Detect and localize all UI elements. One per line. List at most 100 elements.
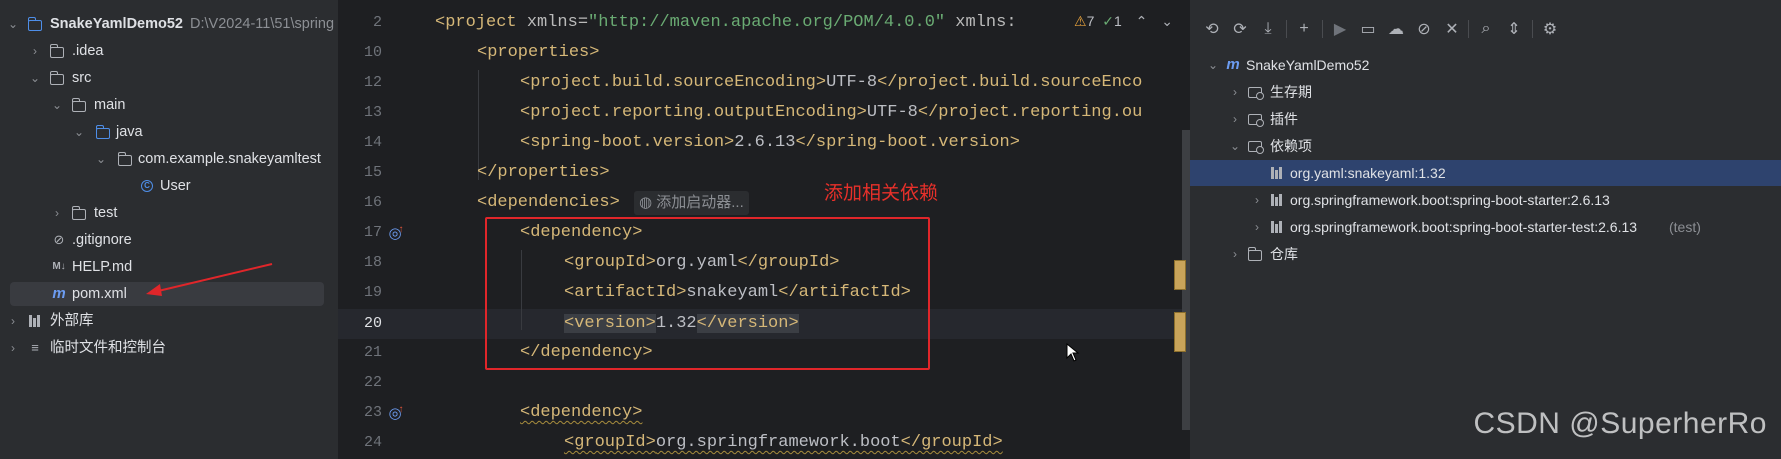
code-line: <project.reporting.outputEncoding>UTF-8<… — [520, 103, 1143, 122]
change-marker[interactable] — [1174, 312, 1186, 352]
toolbar-separator — [1286, 20, 1287, 38]
dependencies-folder-icon — [1246, 133, 1264, 159]
library-icon — [1268, 214, 1286, 240]
plugins-folder-icon — [1246, 106, 1264, 132]
folder-icon — [48, 38, 66, 64]
tree-item-gitignore[interactable]: ⊘ .gitignore — [0, 227, 338, 253]
class-icon: C — [138, 173, 156, 199]
repositories-folder-icon — [1246, 241, 1264, 267]
code-line: <dependencies> — [477, 193, 620, 212]
scratches-icon: ≡ — [31, 340, 39, 355]
mouse-cursor — [1066, 343, 1080, 362]
starter-icon: ◍ — [639, 194, 657, 211]
red-arrow-annotation — [146, 263, 273, 296]
root-label: SnakeYamlDemo52 — [50, 16, 183, 32]
run-icon[interactable]: ▶ — [1328, 14, 1352, 44]
add-icon[interactable]: + — [1292, 14, 1316, 44]
download-icon[interactable]: ⤓ — [1256, 14, 1280, 44]
tree-item-src[interactable]: ⌄ src — [0, 65, 338, 91]
maven-item-plugins[interactable]: › 插件 — [1190, 106, 1781, 132]
code-line: <groupId>org.springframework.boot</group… — [564, 433, 1003, 452]
project-tool-window: ⌄ SnakeYamlDemo52 D:\V2024-11\51\spring … — [0, 0, 338, 459]
chevron-right-icon[interactable]: › — [1228, 241, 1242, 267]
watermark: CSDN @SuperherRo — [1473, 407, 1767, 440]
toolbar-separator — [1468, 20, 1469, 38]
dependency-gutter-icon[interactable]: ◎ ↑ — [386, 403, 406, 423]
maven-item-dependencies[interactable]: ⌄ 依赖项 — [1190, 133, 1781, 159]
chevron-right-icon[interactable]: › — [28, 38, 42, 64]
editor-pom-xml[interactable]: 2 10 12 13 14 15 16 17 18 19 20 21 22 23… — [338, 0, 1190, 459]
chevron-down-icon[interactable]: ⌄ — [6, 11, 20, 37]
code-line: <project.build.sourceEncoding>UTF-8</pro… — [520, 73, 1143, 92]
collapse-icon[interactable]: ✕ — [1440, 14, 1464, 44]
add-starter-hint[interactable]: ◍ 添加启动器... — [634, 191, 749, 215]
tree-item-external-libraries[interactable]: › 外部库 — [0, 308, 338, 334]
skip-tests-icon[interactable]: ⊘ — [1412, 14, 1436, 44]
maven-dep-spring-boot-starter-test[interactable]: › org.springframework.boot:spring-boot-s… — [1190, 214, 1781, 240]
toolbar-separator — [1322, 20, 1323, 38]
annotation-text: 添加相关依赖 — [824, 183, 939, 204]
library-icon — [1268, 187, 1286, 213]
chevron-right-icon[interactable]: › — [1228, 79, 1242, 105]
tree-item-test[interactable]: › test — [0, 200, 338, 226]
chevron-down-icon[interactable]: ⌄ — [94, 146, 108, 172]
maven-item-repositories[interactable]: › 仓库 — [1190, 241, 1781, 267]
chevron-right-icon[interactable]: › — [6, 335, 20, 361]
package-icon — [116, 146, 134, 172]
chevron-right-icon[interactable]: › — [50, 200, 64, 226]
tree-item-main[interactable]: ⌄ main — [0, 92, 338, 118]
chevron-down-icon[interactable]: ⌄ — [50, 92, 64, 118]
inspection-widget[interactable]: ⚠7 ✓1 ⌃ ⌄ — [1074, 13, 1173, 30]
code-line: <project xmlns="http://maven.apache.org/… — [435, 13, 1017, 32]
source-folder-icon — [94, 119, 112, 145]
chevron-down-icon[interactable]: ⌄ — [1228, 133, 1242, 159]
code-line: <properties> — [477, 43, 600, 62]
tree-item-idea[interactable]: › .idea — [0, 38, 338, 64]
next-highlight-icon[interactable]: ⌄ — [1161, 13, 1173, 29]
tree-item-scratches[interactable]: › ≡ 临时文件和控制台 — [0, 335, 338, 361]
tree-item-package[interactable]: ⌄ com.example.snakeyamltest — [0, 146, 338, 172]
maven-item-lifecycle[interactable]: › 生存期 — [1190, 79, 1781, 105]
tree-item-user[interactable]: C User — [0, 173, 338, 199]
weak-warning-icon: ✓ — [1102, 13, 1114, 29]
maven-dep-spring-boot-starter[interactable]: › org.springframework.boot:spring-boot-s… — [1190, 187, 1781, 213]
gear-icon[interactable]: ⚙ — [1538, 14, 1562, 44]
maven-tool-window: ⟲ ⟳ ⤓ + ▶ ▭ ☁ ⊘ ✕ ⌕ ⇕ ⚙ ⌄ m SnakeYamlDem… — [1190, 0, 1781, 459]
analyze-icon[interactable]: ⌕ — [1474, 14, 1498, 44]
chevron-right-icon[interactable]: › — [6, 308, 20, 334]
editor-gutter: 2 10 12 13 14 15 16 17 18 19 20 21 22 23… — [338, 0, 424, 459]
chevron-right-icon[interactable]: › — [1250, 187, 1264, 213]
execute-goal-icon[interactable]: ▭ — [1356, 14, 1380, 44]
maven-root[interactable]: ⌄ m SnakeYamlDemo52 — [1190, 52, 1781, 78]
chevron-down-icon[interactable]: ⌄ — [28, 65, 42, 91]
chevron-right-icon[interactable]: › — [1250, 214, 1264, 240]
chevron-right-icon[interactable]: › — [1228, 106, 1242, 132]
toolbar-separator — [1532, 20, 1533, 38]
chevron-down-icon[interactable]: ⌄ — [72, 119, 86, 145]
library-icon — [26, 308, 44, 334]
reload-icon[interactable]: ⟲ — [1200, 14, 1224, 44]
code-line: <spring-boot.version>2.6.13</spring-boot… — [520, 133, 1020, 152]
folder-icon — [70, 92, 88, 118]
maven-dep-snakeyaml[interactable]: org.yaml:snakeyaml:1.32 — [1190, 160, 1781, 186]
offline-icon[interactable]: ☁ — [1384, 14, 1408, 44]
tree-root[interactable]: ⌄ SnakeYamlDemo52 D:\V2024-11\51\spring — [0, 11, 338, 37]
code-line: </properties> — [477, 163, 610, 182]
prev-highlight-icon[interactable]: ⌃ — [1136, 13, 1148, 29]
warning-icon: ⚠ — [1074, 13, 1087, 29]
folder-icon — [70, 200, 88, 226]
lifecycle-folder-icon — [1246, 79, 1264, 105]
reload-project-icon[interactable]: ⟳ — [1228, 14, 1252, 44]
expand-icon[interactable]: ⇕ — [1502, 14, 1526, 44]
markdown-icon: M↓ — [52, 261, 66, 272]
change-marker[interactable] — [1174, 260, 1186, 290]
root-path: D:\V2024-11\51\spring — [190, 16, 335, 32]
maven-icon: m — [52, 285, 66, 302]
module-folder-icon — [26, 11, 44, 37]
ignore-file-icon: ⊘ — [53, 232, 65, 247]
red-highlight-box — [485, 217, 930, 370]
library-icon — [1268, 160, 1286, 186]
tree-item-java[interactable]: ⌄ java — [0, 119, 338, 145]
chevron-down-icon[interactable]: ⌄ — [1206, 52, 1220, 78]
dependency-gutter-icon[interactable]: ◎ ↑ — [386, 223, 406, 243]
